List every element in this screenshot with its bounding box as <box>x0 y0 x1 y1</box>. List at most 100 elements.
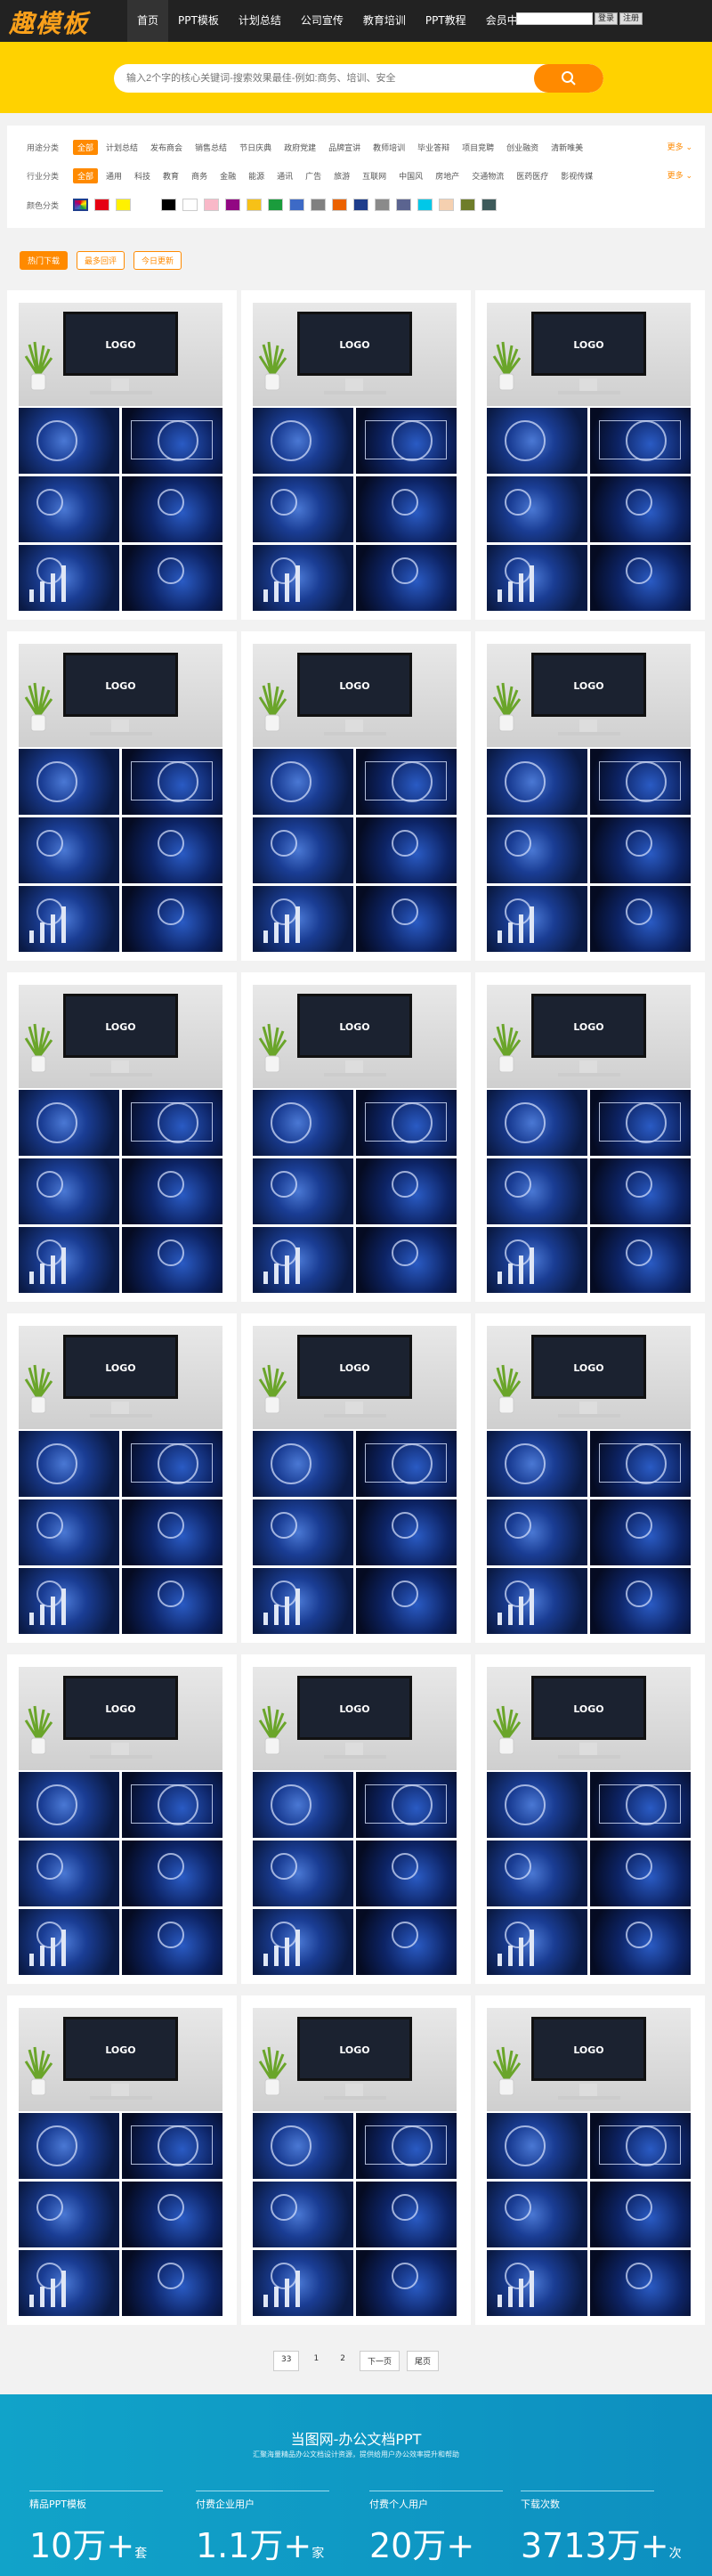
use-filter-item[interactable]: 政府党建 <box>279 140 320 155</box>
search-input[interactable] <box>114 64 532 93</box>
template-thumbnail[interactable]: LOGO <box>253 303 457 611</box>
template-card[interactable]: LOGO <box>241 1995 471 2325</box>
color-swatch[interactable] <box>417 199 433 211</box>
color-swatch[interactable] <box>353 199 368 211</box>
color-swatch[interactable] <box>73 199 88 211</box>
register-button[interactable]: 注册 <box>619 12 643 25</box>
search-button[interactable] <box>534 64 603 93</box>
use-filter-item[interactable]: 销售总结 <box>190 140 231 155</box>
color-swatch[interactable] <box>204 199 219 211</box>
page-link[interactable]: 尾页 <box>406 2351 439 2371</box>
color-swatch[interactable] <box>116 199 131 211</box>
template-card[interactable]: LOGO <box>7 290 237 620</box>
sort-tab[interactable]: 最多回评 <box>77 251 125 270</box>
industry-filter-item[interactable]: 通讯 <box>272 168 297 183</box>
template-card[interactable]: LOGO <box>7 631 237 961</box>
template-thumbnail[interactable]: LOGO <box>487 985 691 1293</box>
template-thumbnail[interactable]: LOGO <box>19 303 222 611</box>
template-card[interactable]: LOGO <box>475 1995 705 2325</box>
template-card[interactable]: LOGO <box>7 972 237 1302</box>
template-card[interactable]: LOGO <box>475 1654 705 1984</box>
template-card[interactable]: LOGO <box>241 1313 471 1643</box>
template-card[interactable]: LOGO <box>475 290 705 620</box>
color-swatch[interactable] <box>161 199 176 211</box>
nav-item[interactable]: 公司宣传 <box>291 0 353 42</box>
color-swatch[interactable] <box>460 199 475 211</box>
use-filter-item[interactable]: 清新唯美 <box>546 140 587 155</box>
page-link[interactable]: 2 <box>333 2351 352 2371</box>
use-filter-item[interactable]: 项目竞聘 <box>457 140 498 155</box>
sort-tab[interactable]: 热门下载 <box>20 251 69 270</box>
template-card[interactable]: LOGO <box>7 1313 237 1643</box>
template-card[interactable]: LOGO <box>241 1654 471 1984</box>
template-thumbnail[interactable]: LOGO <box>487 2008 691 2316</box>
color-swatch[interactable] <box>289 199 304 211</box>
industry-filter-item[interactable]: 科技 <box>130 168 155 183</box>
nav-item[interactable]: 计划总结 <box>229 0 291 42</box>
template-thumbnail[interactable]: LOGO <box>253 2008 457 2316</box>
template-card[interactable]: LOGO <box>241 972 471 1302</box>
color-swatch[interactable] <box>311 199 326 211</box>
color-swatch[interactable] <box>268 199 283 211</box>
color-swatch[interactable] <box>94 199 109 211</box>
template-thumbnail[interactable]: LOGO <box>19 2008 222 2316</box>
use-filter-item[interactable]: 创业融资 <box>502 140 543 155</box>
industry-filter-item[interactable]: 金融 <box>215 168 240 183</box>
industry-filter-item[interactable]: 旅游 <box>329 168 354 183</box>
template-thumbnail[interactable]: LOGO <box>487 1667 691 1975</box>
industry-filter-item[interactable]: 通用 <box>101 168 126 183</box>
template-thumbnail[interactable]: LOGO <box>19 644 222 952</box>
nav-item[interactable]: PPT模板 <box>168 0 229 42</box>
template-thumbnail[interactable]: LOGO <box>253 644 457 952</box>
template-card[interactable]: LOGO <box>7 1995 237 2325</box>
nav-item[interactable]: PPT教程 <box>416 0 476 42</box>
industry-filter-item[interactable]: 影视传媒 <box>556 168 597 183</box>
industry-filter-item[interactable]: 交通物流 <box>467 168 508 183</box>
industry-filter-item[interactable]: 商务 <box>187 168 212 183</box>
use-filter-item[interactable]: 毕业答辩 <box>413 140 454 155</box>
page-link[interactable]: 33 <box>273 2351 300 2371</box>
color-swatch[interactable] <box>396 199 411 211</box>
industry-filter-item[interactable]: 房地产 <box>431 168 464 183</box>
template-card[interactable]: LOGO <box>241 290 471 620</box>
template-thumbnail[interactable]: LOGO <box>19 985 222 1293</box>
industry-filter-item[interactable]: 互联网 <box>358 168 391 183</box>
color-swatch[interactable] <box>247 199 262 211</box>
login-button[interactable]: 登录 <box>595 12 619 25</box>
site-logo[interactable]: 趣模板 <box>9 4 89 40</box>
template-thumbnail[interactable]: LOGO <box>253 1326 457 1634</box>
template-card[interactable]: LOGO <box>241 631 471 961</box>
industry-filter-item[interactable]: 能源 <box>244 168 269 183</box>
template-card[interactable]: LOGO <box>7 1654 237 1984</box>
page-link[interactable]: 下一页 <box>359 2351 400 2371</box>
template-thumbnail[interactable]: LOGO <box>253 1667 457 1975</box>
use-filter-item[interactable]: 发布商会 <box>146 140 187 155</box>
use-more-link[interactable]: 更多 ⌄ <box>668 141 692 152</box>
industry-filter-item[interactable]: 广告 <box>301 168 326 183</box>
color-swatch[interactable] <box>481 199 497 211</box>
use-filter-item[interactable]: 全部 <box>73 139 99 155</box>
industry-filter-item[interactable]: 全部 <box>73 167 99 183</box>
use-filter-item[interactable]: 教师培训 <box>368 140 409 155</box>
color-swatch[interactable] <box>375 199 390 211</box>
color-swatch[interactable] <box>225 199 240 211</box>
header-input[interactable] <box>516 12 593 25</box>
nav-item[interactable]: 教育培训 <box>353 0 416 42</box>
industry-more-link[interactable]: 更多 ⌄ <box>668 169 692 181</box>
template-thumbnail[interactable]: LOGO <box>487 303 691 611</box>
nav-item[interactable]: 首页 <box>127 0 169 42</box>
template-card[interactable]: LOGO <box>475 972 705 1302</box>
use-filter-item[interactable]: 计划总结 <box>101 140 142 155</box>
template-thumbnail[interactable]: LOGO <box>253 985 457 1293</box>
template-card[interactable]: LOGO <box>475 631 705 961</box>
color-swatch[interactable] <box>439 199 454 211</box>
color-swatch[interactable] <box>182 199 198 211</box>
industry-filter-item[interactable]: 中国风 <box>394 168 427 183</box>
template-card[interactable]: LOGO <box>475 1313 705 1643</box>
template-thumbnail[interactable]: LOGO <box>487 644 691 952</box>
page-link[interactable]: 1 <box>306 2351 326 2371</box>
use-filter-item[interactable]: 节日庆典 <box>235 140 276 155</box>
template-thumbnail[interactable]: LOGO <box>19 1326 222 1634</box>
industry-filter-item[interactable]: 医药医疗 <box>512 168 553 183</box>
template-thumbnail[interactable]: LOGO <box>487 1326 691 1634</box>
